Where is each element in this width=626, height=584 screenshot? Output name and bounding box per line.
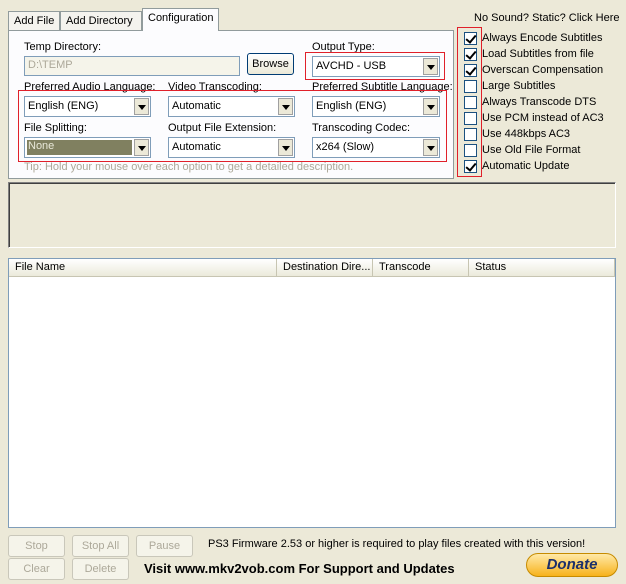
support-link[interactable]: Visit www.mkv2vob.com For Support and Up… xyxy=(144,561,455,576)
option-label[interactable]: Large Subtitles xyxy=(482,80,555,92)
help-link[interactable]: No Sound? Static? Click Here xyxy=(474,12,620,24)
option-label[interactable]: Automatic Update xyxy=(482,160,569,172)
option-checkbox[interactable] xyxy=(464,112,477,125)
option-checkbox[interactable] xyxy=(464,64,477,77)
tip-text: Tip: Hold your mouse over each option to… xyxy=(24,161,354,173)
option-label[interactable]: Load Subtitles from file xyxy=(482,48,594,60)
browse-button[interactable]: Browse xyxy=(247,53,294,75)
option-checkbox[interactable] xyxy=(464,160,477,173)
file-list[interactable]: File Name Destination Dire... Transcode … xyxy=(8,258,616,528)
option-checkbox[interactable] xyxy=(464,144,477,157)
output-type-highlight xyxy=(305,52,445,80)
temp-dir-input[interactable]: D:\TEMP xyxy=(24,56,240,76)
delete-button[interactable]: Delete xyxy=(72,558,129,580)
tab-configuration[interactable]: Configuration xyxy=(142,8,219,31)
tab-add-directory[interactable]: Add Directory xyxy=(60,11,142,30)
option-label[interactable]: Use Old File Format xyxy=(482,144,580,156)
firmware-note: PS3 Firmware 2.53 or higher is required … xyxy=(208,538,586,550)
column-status[interactable]: Status xyxy=(469,259,615,277)
option-checkbox[interactable] xyxy=(464,48,477,61)
stop-button[interactable]: Stop xyxy=(8,535,65,557)
option-checkbox[interactable] xyxy=(464,128,477,141)
stop-all-button[interactable]: Stop All xyxy=(72,535,129,557)
tab-add-file[interactable]: Add File xyxy=(8,11,60,30)
donate-button[interactable]: Donate xyxy=(526,553,618,577)
clear-button[interactable]: Clear xyxy=(8,558,65,580)
language-options-highlight xyxy=(18,90,447,162)
option-checkbox[interactable] xyxy=(464,96,477,109)
option-label[interactable]: Use 448kbps AC3 xyxy=(482,128,570,140)
option-label[interactable]: Always Encode Subtitles xyxy=(482,32,602,44)
pause-button[interactable]: Pause xyxy=(136,535,193,557)
column-destination[interactable]: Destination Dire... xyxy=(277,259,373,277)
column-transcode[interactable]: Transcode xyxy=(373,259,469,277)
temp-dir-label: Temp Directory: xyxy=(24,41,102,53)
option-label[interactable]: Overscan Compensation xyxy=(482,64,603,76)
description-box xyxy=(8,182,616,248)
option-checkbox[interactable] xyxy=(464,80,477,93)
option-label[interactable]: Always Transcode DTS xyxy=(482,96,596,108)
option-checkbox[interactable] xyxy=(464,32,477,45)
column-file-name[interactable]: File Name xyxy=(9,259,277,277)
option-label[interactable]: Use PCM instead of AC3 xyxy=(482,112,604,124)
